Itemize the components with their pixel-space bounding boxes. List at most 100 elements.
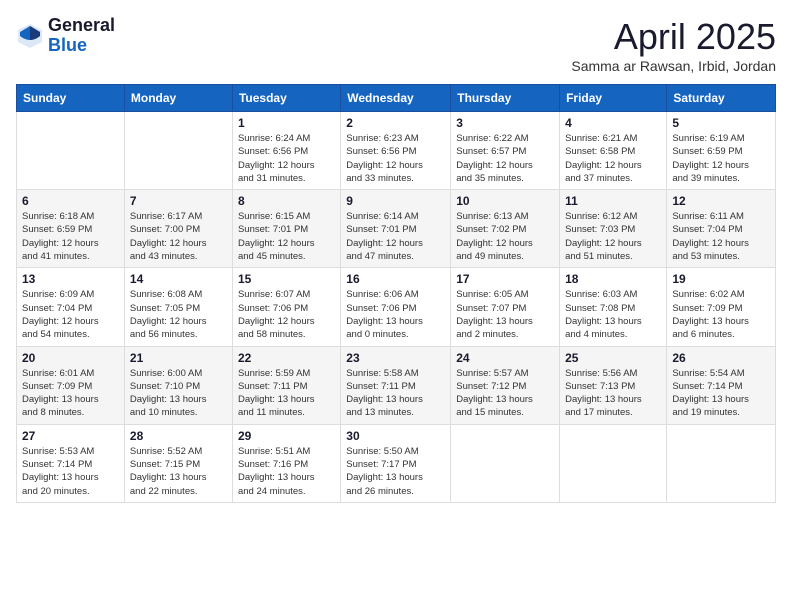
day-number: 1 <box>238 116 335 130</box>
day-info: Sunrise: 6:14 AM Sunset: 7:01 PM Dayligh… <box>346 210 445 263</box>
month-title: April 2025 <box>571 16 776 58</box>
calendar-cell: 16 Sunrise: 6:06 AM Sunset: 7:06 PM Dayli… <box>341 268 451 346</box>
calendar-cell <box>124 112 232 190</box>
calendar-cell: 15 Sunrise: 6:07 AM Sunset: 7:06 PM Dayli… <box>232 268 340 346</box>
day-info: Sunrise: 6:23 AM Sunset: 6:56 PM Dayligh… <box>346 132 445 185</box>
day-number: 4 <box>565 116 661 130</box>
logo: General Blue <box>16 16 115 56</box>
day-info: Sunrise: 6:01 AM Sunset: 7:09 PM Dayligh… <box>22 367 119 420</box>
day-number: 24 <box>456 351 554 365</box>
day-number: 9 <box>346 194 445 208</box>
day-info: Sunrise: 6:24 AM Sunset: 6:56 PM Dayligh… <box>238 132 335 185</box>
day-number: 30 <box>346 429 445 443</box>
day-info: Sunrise: 6:13 AM Sunset: 7:02 PM Dayligh… <box>456 210 554 263</box>
calendar-cell: 23Sunrise: 5:58 AM Sunset: 7:11 PM Dayli… <box>341 346 451 424</box>
day-number: 11 <box>565 194 661 208</box>
day-info: Sunrise: 5:53 AM Sunset: 7:14 PM Dayligh… <box>22 445 119 498</box>
calendar-cell: 14 Sunrise: 6:08 AM Sunset: 7:05 PM Dayli… <box>124 268 232 346</box>
day-number: 15 <box>238 272 335 286</box>
logo-icon <box>16 22 44 50</box>
calendar-cell: 25 Sunrise: 5:56 AM Sunset: 7:13 PM Dayli… <box>560 346 667 424</box>
calendar-cell: 27 Sunrise: 5:53 AM Sunset: 7:14 PM Dayli… <box>17 424 125 502</box>
logo-general: General <box>48 16 115 36</box>
day-number: 17 <box>456 272 554 286</box>
day-info: Sunrise: 5:56 AM Sunset: 7:13 PM Dayligh… <box>565 367 661 420</box>
calendar-cell: 22Sunrise: 5:59 AM Sunset: 7:11 PM Dayli… <box>232 346 340 424</box>
calendar-cell: 19 Sunrise: 6:02 AM Sunset: 7:09 PM Dayli… <box>667 268 776 346</box>
calendar-cell: 11 Sunrise: 6:12 AM Sunset: 7:03 PM Dayli… <box>560 190 667 268</box>
day-number: 14 <box>130 272 227 286</box>
day-info: Sunrise: 6:03 AM Sunset: 7:08 PM Dayligh… <box>565 288 661 341</box>
day-number: 27 <box>22 429 119 443</box>
day-info: Sunrise: 6:19 AM Sunset: 6:59 PM Dayligh… <box>672 132 770 185</box>
calendar-header-sunday: Sunday <box>17 85 125 112</box>
calendar-cell: 17Sunrise: 6:05 AM Sunset: 7:07 PM Dayli… <box>451 268 560 346</box>
calendar-cell: 28 Sunrise: 5:52 AM Sunset: 7:15 PM Dayli… <box>124 424 232 502</box>
day-number: 25 <box>565 351 661 365</box>
calendar-header-saturday: Saturday <box>667 85 776 112</box>
day-number: 28 <box>130 429 227 443</box>
day-info: Sunrise: 6:21 AM Sunset: 6:58 PM Dayligh… <box>565 132 661 185</box>
calendar-cell: 8 Sunrise: 6:15 AM Sunset: 7:01 PM Daylig… <box>232 190 340 268</box>
title-section: April 2025 Samma ar Rawsan, Irbid, Jorda… <box>571 16 776 74</box>
day-number: 13 <box>22 272 119 286</box>
day-number: 5 <box>672 116 770 130</box>
calendar-cell: 3Sunrise: 6:22 AM Sunset: 6:57 PM Daylig… <box>451 112 560 190</box>
calendar-cell: 21Sunrise: 6:00 AM Sunset: 7:10 PM Dayli… <box>124 346 232 424</box>
day-info: Sunrise: 6:02 AM Sunset: 7:09 PM Dayligh… <box>672 288 770 341</box>
day-number: 23 <box>346 351 445 365</box>
day-number: 10 <box>456 194 554 208</box>
calendar-cell: 5 Sunrise: 6:19 AM Sunset: 6:59 PM Daylig… <box>667 112 776 190</box>
calendar-cell <box>667 424 776 502</box>
calendar-header-monday: Monday <box>124 85 232 112</box>
calendar-cell: 20 Sunrise: 6:01 AM Sunset: 7:09 PM Dayli… <box>17 346 125 424</box>
day-number: 18 <box>565 272 661 286</box>
calendar-cell: 10 Sunrise: 6:13 AM Sunset: 7:02 PM Dayli… <box>451 190 560 268</box>
day-number: 6 <box>22 194 119 208</box>
day-info: Sunrise: 6:18 AM Sunset: 6:59 PM Dayligh… <box>22 210 119 263</box>
day-info: Sunrise: 5:57 AM Sunset: 7:12 PM Dayligh… <box>456 367 554 420</box>
day-number: 3 <box>456 116 554 130</box>
calendar-header-wednesday: Wednesday <box>341 85 451 112</box>
calendar-cell: 4 Sunrise: 6:21 AM Sunset: 6:58 PM Daylig… <box>560 112 667 190</box>
calendar-cell: 18 Sunrise: 6:03 AM Sunset: 7:08 PM Dayli… <box>560 268 667 346</box>
day-info: Sunrise: 6:15 AM Sunset: 7:01 PM Dayligh… <box>238 210 335 263</box>
day-info: Sunrise: 6:11 AM Sunset: 7:04 PM Dayligh… <box>672 210 770 263</box>
day-number: 26 <box>672 351 770 365</box>
logo-text: General Blue <box>48 16 115 56</box>
calendar-cell: 9 Sunrise: 6:14 AM Sunset: 7:01 PM Daylig… <box>341 190 451 268</box>
day-number: 12 <box>672 194 770 208</box>
day-info: Sunrise: 5:54 AM Sunset: 7:14 PM Dayligh… <box>672 367 770 420</box>
calendar-week-row: 20 Sunrise: 6:01 AM Sunset: 7:09 PM Dayli… <box>17 346 776 424</box>
calendar-cell <box>17 112 125 190</box>
day-info: Sunrise: 6:17 AM Sunset: 7:00 PM Dayligh… <box>130 210 227 263</box>
day-number: 7 <box>130 194 227 208</box>
calendar-cell <box>451 424 560 502</box>
calendar-header-thursday: Thursday <box>451 85 560 112</box>
calendar-cell: 26 Sunrise: 5:54 AM Sunset: 7:14 PM Dayli… <box>667 346 776 424</box>
logo-blue: Blue <box>48 36 115 56</box>
calendar-cell: 30Sunrise: 5:50 AM Sunset: 7:17 PM Dayli… <box>341 424 451 502</box>
page-header: General Blue April 2025 Samma ar Rawsan,… <box>16 16 776 74</box>
calendar-header-tuesday: Tuesday <box>232 85 340 112</box>
day-number: 2 <box>346 116 445 130</box>
calendar-week-row: 1 Sunrise: 6:24 AM Sunset: 6:56 PM Daylig… <box>17 112 776 190</box>
day-number: 16 <box>346 272 445 286</box>
calendar-week-row: 6 Sunrise: 6:18 AM Sunset: 6:59 PM Daylig… <box>17 190 776 268</box>
calendar-cell: 29Sunrise: 5:51 AM Sunset: 7:16 PM Dayli… <box>232 424 340 502</box>
calendar-header-row: SundayMondayTuesdayWednesdayThursdayFrid… <box>17 85 776 112</box>
calendar-header-friday: Friday <box>560 85 667 112</box>
day-number: 21 <box>130 351 227 365</box>
day-number: 20 <box>22 351 119 365</box>
day-info: Sunrise: 6:12 AM Sunset: 7:03 PM Dayligh… <box>565 210 661 263</box>
calendar-cell: 24 Sunrise: 5:57 AM Sunset: 7:12 PM Dayli… <box>451 346 560 424</box>
day-info: Sunrise: 6:08 AM Sunset: 7:05 PM Dayligh… <box>130 288 227 341</box>
day-info: Sunrise: 6:06 AM Sunset: 7:06 PM Dayligh… <box>346 288 445 341</box>
day-info: Sunrise: 6:09 AM Sunset: 7:04 PM Dayligh… <box>22 288 119 341</box>
day-info: Sunrise: 6:07 AM Sunset: 7:06 PM Dayligh… <box>238 288 335 341</box>
calendar-table: SundayMondayTuesdayWednesdayThursdayFrid… <box>16 84 776 503</box>
day-number: 8 <box>238 194 335 208</box>
day-number: 29 <box>238 429 335 443</box>
day-number: 19 <box>672 272 770 286</box>
day-info: Sunrise: 5:52 AM Sunset: 7:15 PM Dayligh… <box>130 445 227 498</box>
